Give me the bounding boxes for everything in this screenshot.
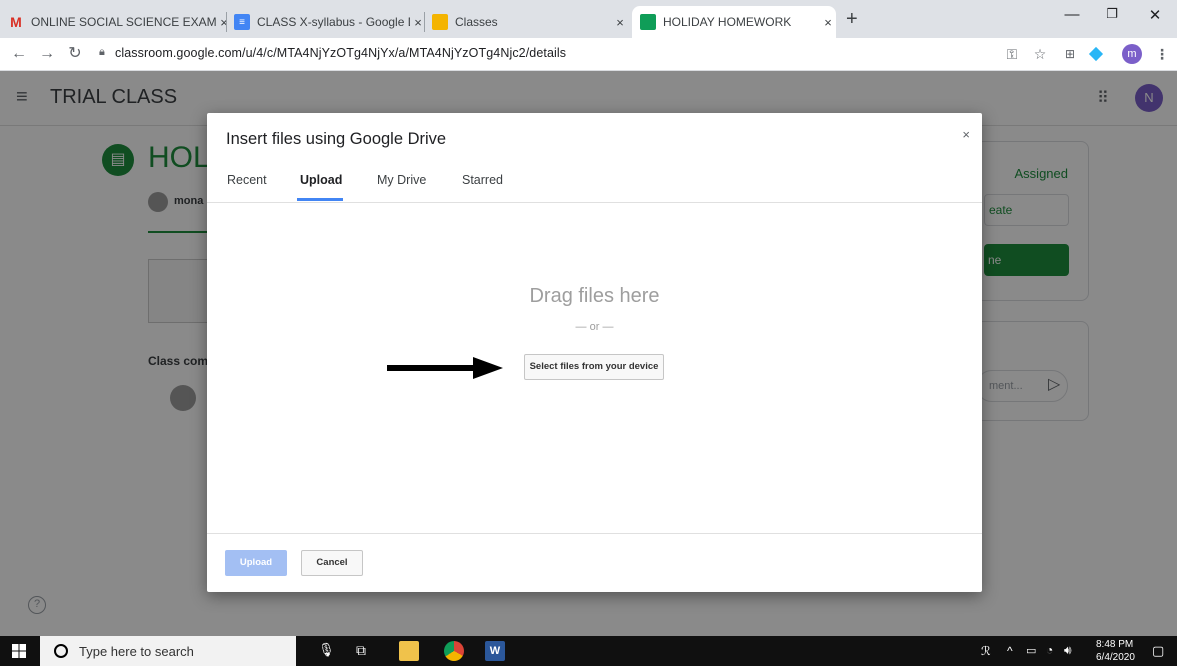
taskbar-search-input[interactable]: Type here to search — [40, 636, 296, 666]
new-tab-button[interactable]: + — [846, 8, 858, 31]
task-view-icon[interactable]: ⧉ — [356, 642, 366, 659]
notifications-icon[interactable]: ▢ — [1152, 643, 1164, 659]
lock-icon: 🔒︎ — [99, 46, 105, 58]
address-bar[interactable]: 🔒︎ classroom.google.com/u/4/c/MTA4NjYzOT… — [99, 46, 567, 60]
tab-my-drive[interactable]: My Drive — [377, 173, 426, 187]
docs-icon: ≡ — [234, 14, 250, 30]
gmail-icon: M — [10, 14, 22, 30]
select-files-button[interactable]: Select files from your device — [524, 354, 664, 380]
search-placeholder: Type here to search — [79, 643, 194, 659]
tab-classes[interactable]: Classes × — [424, 6, 628, 38]
classroom-icon — [640, 14, 656, 30]
divider — [207, 202, 982, 203]
chrome-icon[interactable] — [444, 641, 464, 661]
arrow-pointer-icon — [387, 357, 503, 379]
people-icon[interactable]: ℛ — [981, 644, 991, 658]
battery-icon[interactable]: ▭ — [1026, 644, 1036, 657]
extension-diamond-icon[interactable] — [1084, 42, 1108, 66]
file-explorer-icon[interactable] — [399, 641, 419, 661]
clock-date: 6/4/2020 — [1096, 652, 1135, 663]
clock[interactable]: 8:48 PM 6/4/2020 — [1096, 638, 1135, 664]
tab-label: HOLIDAY HOMEWORK — [663, 15, 792, 29]
wifi-icon[interactable]: ◔ — [1046, 643, 1053, 657]
tab-recent[interactable]: Recent — [227, 173, 267, 187]
chevron-up-icon[interactable]: ^ — [1007, 644, 1013, 658]
volume-icon[interactable]: 🔊︎ — [1064, 643, 1072, 658]
key-icon[interactable]: ⚿ — [1000, 42, 1024, 66]
close-icon[interactable]: × — [962, 127, 970, 142]
windows-start-icon[interactable] — [12, 644, 26, 658]
search-icon — [54, 644, 68, 658]
tab-holiday-homework[interactable]: HOLIDAY HOMEWORK × — [632, 6, 836, 38]
clock-time: 8:48 PM — [1096, 639, 1134, 650]
divider — [207, 533, 982, 534]
close-icon[interactable]: × — [612, 15, 628, 30]
menu-icon[interactable]: ⋮ — [1150, 42, 1174, 66]
word-icon[interactable]: W — [485, 641, 505, 661]
active-tab-indicator — [297, 198, 343, 201]
drive-picker-dialog: Insert files using Google Drive × Recent… — [207, 113, 982, 592]
or-separator: — or — — [575, 321, 614, 333]
profile-avatar[interactable]: m — [1120, 42, 1144, 66]
close-icon[interactable]: × — [820, 15, 836, 30]
tab-label: Classes — [455, 15, 498, 29]
browser-toolbar: ← → ↻ 🔒︎ classroom.google.com/u/4/c/MTA4… — [0, 38, 1177, 71]
extension-icon[interactable]: ⊞ — [1058, 42, 1082, 66]
tab-upload[interactable]: Upload — [300, 173, 342, 187]
upload-button[interactable]: Upload — [225, 550, 287, 576]
tab-starred[interactable]: Starred — [462, 173, 503, 187]
url-text: classroom.google.com/u/4/c/MTA4NjYzOTg4N… — [115, 46, 567, 60]
tab-label: CLASS X-syllabus - Google Docs — [257, 15, 410, 29]
tab-online-social-science-exam[interactable]: M ONLINE SOCIAL SCIENCE EXAM × — [0, 6, 232, 38]
windows-taskbar: Type here to search 🎙︎ ⧉ W ℛ ^ ▭ ◔ 🔊︎ 8:… — [0, 636, 1177, 666]
classroom-icon — [432, 14, 448, 30]
tab-label: ONLINE SOCIAL SCIENCE EXAM — [31, 15, 216, 29]
microphone-icon[interactable]: 🎙︎ — [318, 642, 335, 658]
restore-icon[interactable]: ❐ — [1090, 6, 1134, 30]
forward-icon[interactable]: → — [34, 41, 60, 67]
reload-icon[interactable]: ↻ — [62, 41, 88, 67]
dialog-title: Insert files using Google Drive — [226, 130, 447, 148]
browser-tab-strip: M ONLINE SOCIAL SCIENCE EXAM × ≡ CLASS X… — [0, 0, 1177, 38]
star-icon[interactable]: ☆ — [1028, 42, 1052, 66]
drop-zone-label: Drag files here — [529, 285, 660, 307]
minimize-icon[interactable]: — — [1050, 6, 1094, 30]
cancel-button[interactable]: Cancel — [301, 550, 363, 576]
tab-class-x-syllabus[interactable]: ≡ CLASS X-syllabus - Google Docs × — [226, 6, 426, 38]
back-icon[interactable]: ← — [6, 41, 32, 67]
window-close-icon[interactable]: ✕ — [1133, 6, 1177, 30]
